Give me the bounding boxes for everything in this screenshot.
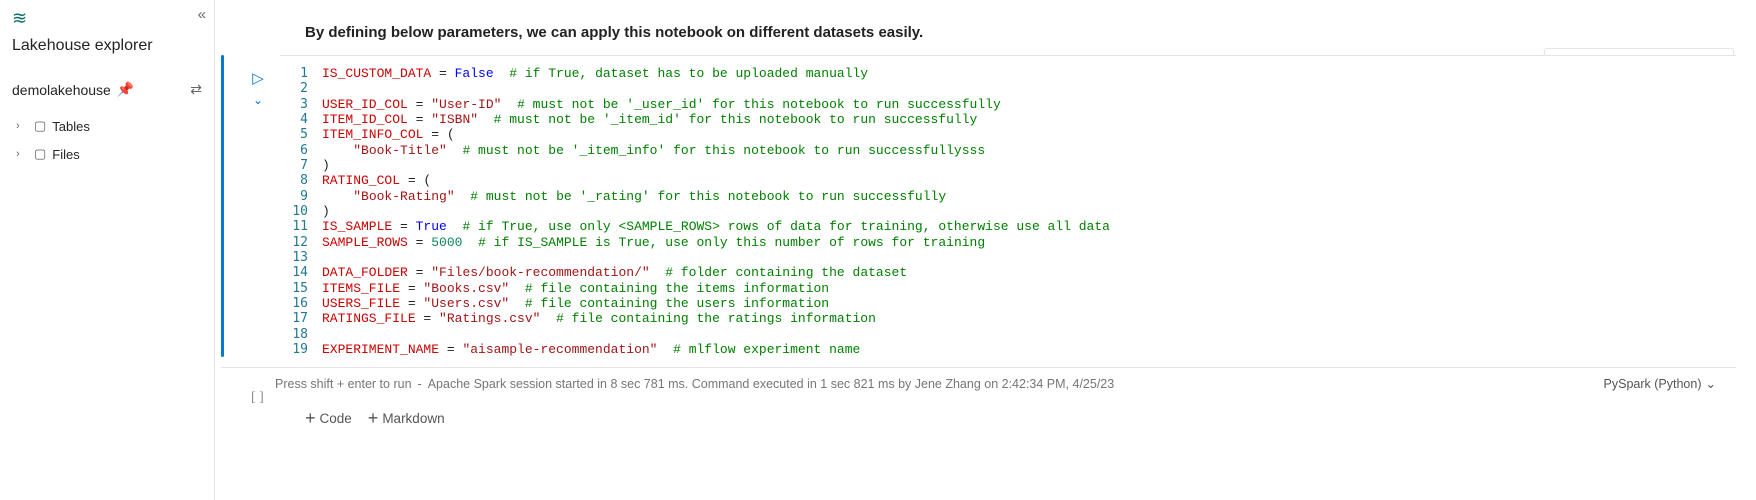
tree-item-tables[interactable]: › ▢ Tables: [12, 112, 202, 140]
plus-icon: +: [305, 409, 316, 427]
line-number: 4: [280, 112, 322, 127]
line-number: 9: [280, 189, 322, 204]
line-number: 19: [280, 342, 322, 357]
line-number: 16: [280, 296, 322, 311]
line-number: 10: [280, 204, 322, 219]
execution-status: Apache Spark session started in 8 sec 78…: [428, 377, 1115, 391]
line-number: 7: [280, 158, 322, 173]
line-number: 17: [280, 311, 322, 326]
code-line[interactable]: 9 "Book-Rating" # must not be '_rating' …: [280, 189, 1736, 204]
add-code-cell-button[interactable]: + Code: [305, 409, 352, 427]
run-cell-icon[interactable]: ▷: [252, 69, 264, 87]
lakehouse-tree: › ▢ Tables › ▢ Files: [12, 112, 202, 168]
kernel-selector[interactable]: PySpark (Python) ⌄: [1604, 376, 1716, 391]
line-number: 2: [280, 81, 322, 96]
code-line[interactable]: 4ITEM_ID_COL = "ISBN" # must not be '_it…: [280, 112, 1736, 127]
code-line[interactable]: 14DATA_FOLDER = "Files/book-recommendati…: [280, 265, 1736, 280]
code-line[interactable]: 2: [280, 81, 1736, 96]
swap-icon[interactable]: ⇄: [190, 81, 202, 98]
line-number: 15: [280, 281, 322, 296]
lakehouse-logo-icon: ≋: [12, 8, 202, 29]
code-line[interactable]: 1IS_CUSTOM_DATA = False # if True, datas…: [280, 66, 1736, 81]
code-editor[interactable]: 1IS_CUSTOM_DATA = False # if True, datas…: [280, 66, 1736, 357]
folder-icon: ▢: [34, 146, 46, 162]
tree-item-label: Tables: [52, 119, 90, 134]
add-markdown-label: Markdown: [382, 411, 444, 426]
line-number: 18: [280, 327, 322, 342]
code-line[interactable]: 12SAMPLE_ROWS = 5000 # if IS_SAMPLE is T…: [280, 235, 1736, 250]
plus-icon: +: [368, 409, 379, 427]
code-line[interactable]: 3USER_ID_COL = "User-ID" # must not be '…: [280, 97, 1736, 112]
kernel-name: PySpark (Python): [1604, 377, 1702, 391]
line-number: 12: [280, 235, 322, 250]
collapse-sidebar-icon[interactable]: «: [198, 6, 206, 23]
code-line[interactable]: 6 "Book-Title" # must not be '_item_info…: [280, 143, 1736, 158]
cell-status-bar: Press shift + enter to run - Apache Spar…: [221, 367, 1736, 399]
code-line[interactable]: 5ITEM_INFO_COL = (: [280, 127, 1736, 142]
code-line[interactable]: 18: [280, 327, 1736, 342]
code-line[interactable]: 19EXPERIMENT_NAME = "aisample-recommenda…: [280, 342, 1736, 357]
line-number: 6: [280, 143, 322, 158]
add-cell-row: + Code + Markdown: [215, 399, 1756, 437]
tree-item-label: Files: [52, 147, 79, 162]
chevron-down-icon: ⌄: [1706, 376, 1716, 391]
line-number: 3: [280, 97, 322, 112]
cell-selection-bar: [221, 55, 224, 357]
folder-icon: ▢: [34, 118, 46, 134]
chevron-right-icon: ›: [16, 120, 28, 132]
code-line[interactable]: 7): [280, 158, 1736, 173]
line-number: 14: [280, 265, 322, 280]
line-number: 1: [280, 66, 322, 81]
add-code-label: Code: [320, 411, 352, 426]
code-cell[interactable]: ▷ ⌄ 1IS_CUSTOM_DATA = False # if True, d…: [215, 55, 1756, 357]
code-line[interactable]: 8RATING_COL = (: [280, 173, 1736, 188]
explorer-title: Lakehouse explorer: [12, 37, 202, 55]
lakehouse-selector[interactable]: demolakehouse 📌 ⇄: [12, 75, 202, 104]
sidebar: « ≋ Lakehouse explorer demolakehouse 📌 ⇄…: [0, 0, 215, 500]
line-number: 8: [280, 173, 322, 188]
add-markdown-cell-button[interactable]: + Markdown: [368, 409, 445, 427]
run-hint: Press shift + enter to run: [275, 377, 412, 391]
code-line[interactable]: 17RATINGS_FILE = "Ratings.csv" # file co…: [280, 311, 1736, 326]
code-line[interactable]: 15ITEMS_FILE = "Books.csv" # file contai…: [280, 281, 1736, 296]
code-line[interactable]: 13: [280, 250, 1736, 265]
pin-icon[interactable]: 📌: [117, 81, 134, 98]
line-number: 5: [280, 127, 322, 142]
run-menu-chevron-icon[interactable]: ⌄: [253, 93, 263, 107]
code-line[interactable]: 11IS_SAMPLE = True # if True, use only <…: [280, 219, 1736, 234]
tree-item-files[interactable]: › ▢ Files: [12, 140, 202, 168]
markdown-cell[interactable]: By defining below parameters, we can app…: [215, 0, 1756, 55]
code-line[interactable]: 10): [280, 204, 1736, 219]
code-line[interactable]: 16USERS_FILE = "Users.csv" # file contai…: [280, 296, 1736, 311]
line-number: 11: [280, 219, 322, 234]
line-number: 13: [280, 250, 322, 265]
chevron-right-icon: ›: [16, 148, 28, 160]
cell-execution-index: [ ]: [251, 390, 264, 406]
lakehouse-name: demolakehouse: [12, 82, 111, 98]
notebook-main: By defining below parameters, we can app…: [215, 0, 1756, 500]
